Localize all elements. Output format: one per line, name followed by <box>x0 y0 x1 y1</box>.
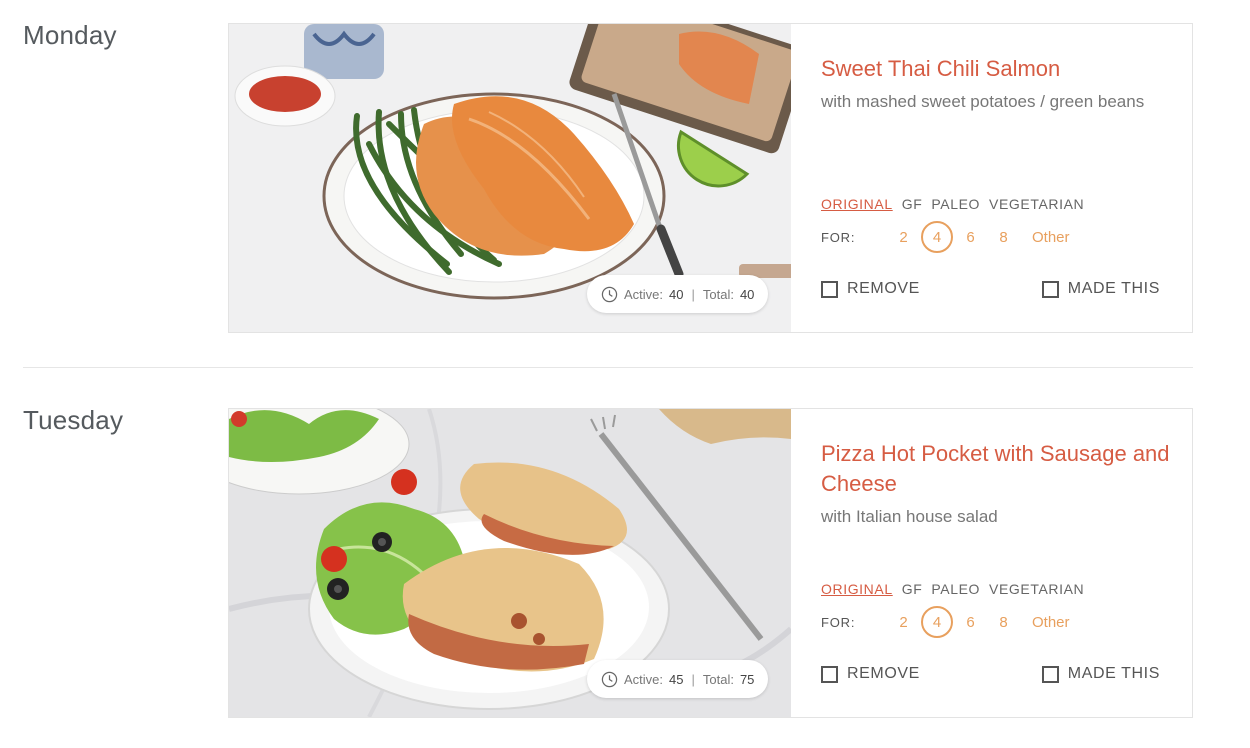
serving-option-other[interactable]: Other <box>1032 614 1070 631</box>
for-label: FOR: <box>821 229 856 245</box>
recipe-actions: REMOVE MADE THIS <box>821 665 1160 683</box>
day-label: Tuesday <box>23 405 124 435</box>
made-this-label: MADE THIS <box>1067 665 1160 682</box>
made-this-label: MADE THIS <box>1067 280 1160 297</box>
time-separator: | <box>691 286 695 302</box>
serving-option-6[interactable]: 6 <box>954 614 987 631</box>
remove-checkbox[interactable]: REMOVE <box>821 665 920 683</box>
tag-gf[interactable]: GF <box>902 196 923 212</box>
made-this-checkbox[interactable]: MADE THIS <box>1041 665 1160 683</box>
serving-option-other[interactable]: Other <box>1032 229 1070 246</box>
recipe-subtitle: with Italian house salad <box>821 507 998 526</box>
recipe-card[interactable]: Active: 40 | Total: 40 Sweet Thai Chili … <box>228 23 1193 333</box>
serving-option-6[interactable]: 6 <box>954 229 987 246</box>
time-badge: Active: 45 | Total: 75 <box>587 660 769 698</box>
recipe-card[interactable]: Active: 45 | Total: 75 Pizza Hot Pocket … <box>228 408 1193 718</box>
serving-option-4-selected[interactable]: 4 <box>921 606 953 638</box>
recipe-info: Sweet Thai Chili Salmon with mashed swee… <box>821 24 1192 332</box>
time-separator: | <box>691 671 695 687</box>
serving-option-2[interactable]: 2 <box>887 614 920 631</box>
recipe-subtitle: with mashed sweet potatoes / green beans <box>821 92 1145 111</box>
for-label: FOR: <box>821 614 856 630</box>
serving-option-8[interactable]: 8 <box>987 614 1020 631</box>
recipe-photo-salmon[interactable]: Active: 40 | Total: 40 <box>229 24 791 332</box>
active-time: 40 <box>669 286 684 302</box>
tag-paleo[interactable]: PALEO <box>931 196 980 212</box>
total-label: Total: <box>702 671 734 687</box>
serving-option-8[interactable]: 8 <box>987 229 1020 246</box>
tag-vegetarian[interactable]: VEGETARIAN <box>989 196 1084 212</box>
clock-icon <box>601 671 618 687</box>
remove-checkbox[interactable]: REMOVE <box>821 280 920 298</box>
recipe-info: Pizza Hot Pocket with Sausage and Cheese… <box>821 409 1192 717</box>
active-label: Active: <box>624 286 664 302</box>
diet-tags: ORIGINAL GF PALEO VEGETARIAN <box>821 581 1084 597</box>
active-label: Active: <box>624 671 664 687</box>
tag-paleo[interactable]: PALEO <box>931 581 980 597</box>
serving-option-2[interactable]: 2 <box>887 229 920 246</box>
clock-icon <box>601 286 618 302</box>
checkbox-icon[interactable] <box>821 280 838 298</box>
remove-label: REMOVE <box>847 280 920 297</box>
made-this-checkbox[interactable]: MADE THIS <box>1041 280 1160 298</box>
checkbox-icon[interactable] <box>1041 280 1059 298</box>
time-badge: Active: 40 | Total: 40 <box>587 275 769 313</box>
recipe-actions: REMOVE MADE THIS <box>821 280 1160 298</box>
tag-vegetarian[interactable]: VEGETARIAN <box>989 581 1084 597</box>
serving-option-4-selected[interactable]: 4 <box>921 221 953 253</box>
diet-tags: ORIGINAL GF PALEO VEGETARIAN <box>821 196 1084 212</box>
total-time: 75 <box>739 671 755 687</box>
total-time: 40 <box>739 286 755 302</box>
active-time: 45 <box>669 671 684 687</box>
recipe-title[interactable]: Pizza Hot Pocket with Sausage and Cheese <box>821 439 1171 499</box>
servings-selector: FOR: 2 4 6 8 Other <box>821 221 1070 253</box>
tag-original[interactable]: ORIGINAL <box>821 581 893 597</box>
day-divider <box>23 367 1193 368</box>
recipe-title[interactable]: Sweet Thai Chili Salmon <box>821 54 1171 84</box>
day-label: Monday <box>23 20 117 50</box>
tag-gf[interactable]: GF <box>902 581 923 597</box>
total-label: Total: <box>702 286 734 302</box>
servings-selector: FOR: 2 4 6 8 Other <box>821 606 1070 638</box>
recipe-photo-hot-pocket[interactable]: Active: 45 | Total: 75 <box>229 409 791 717</box>
tag-original[interactable]: ORIGINAL <box>821 196 893 212</box>
checkbox-icon[interactable] <box>821 665 838 683</box>
remove-label: REMOVE <box>847 665 920 682</box>
checkbox-icon[interactable] <box>1041 665 1059 683</box>
